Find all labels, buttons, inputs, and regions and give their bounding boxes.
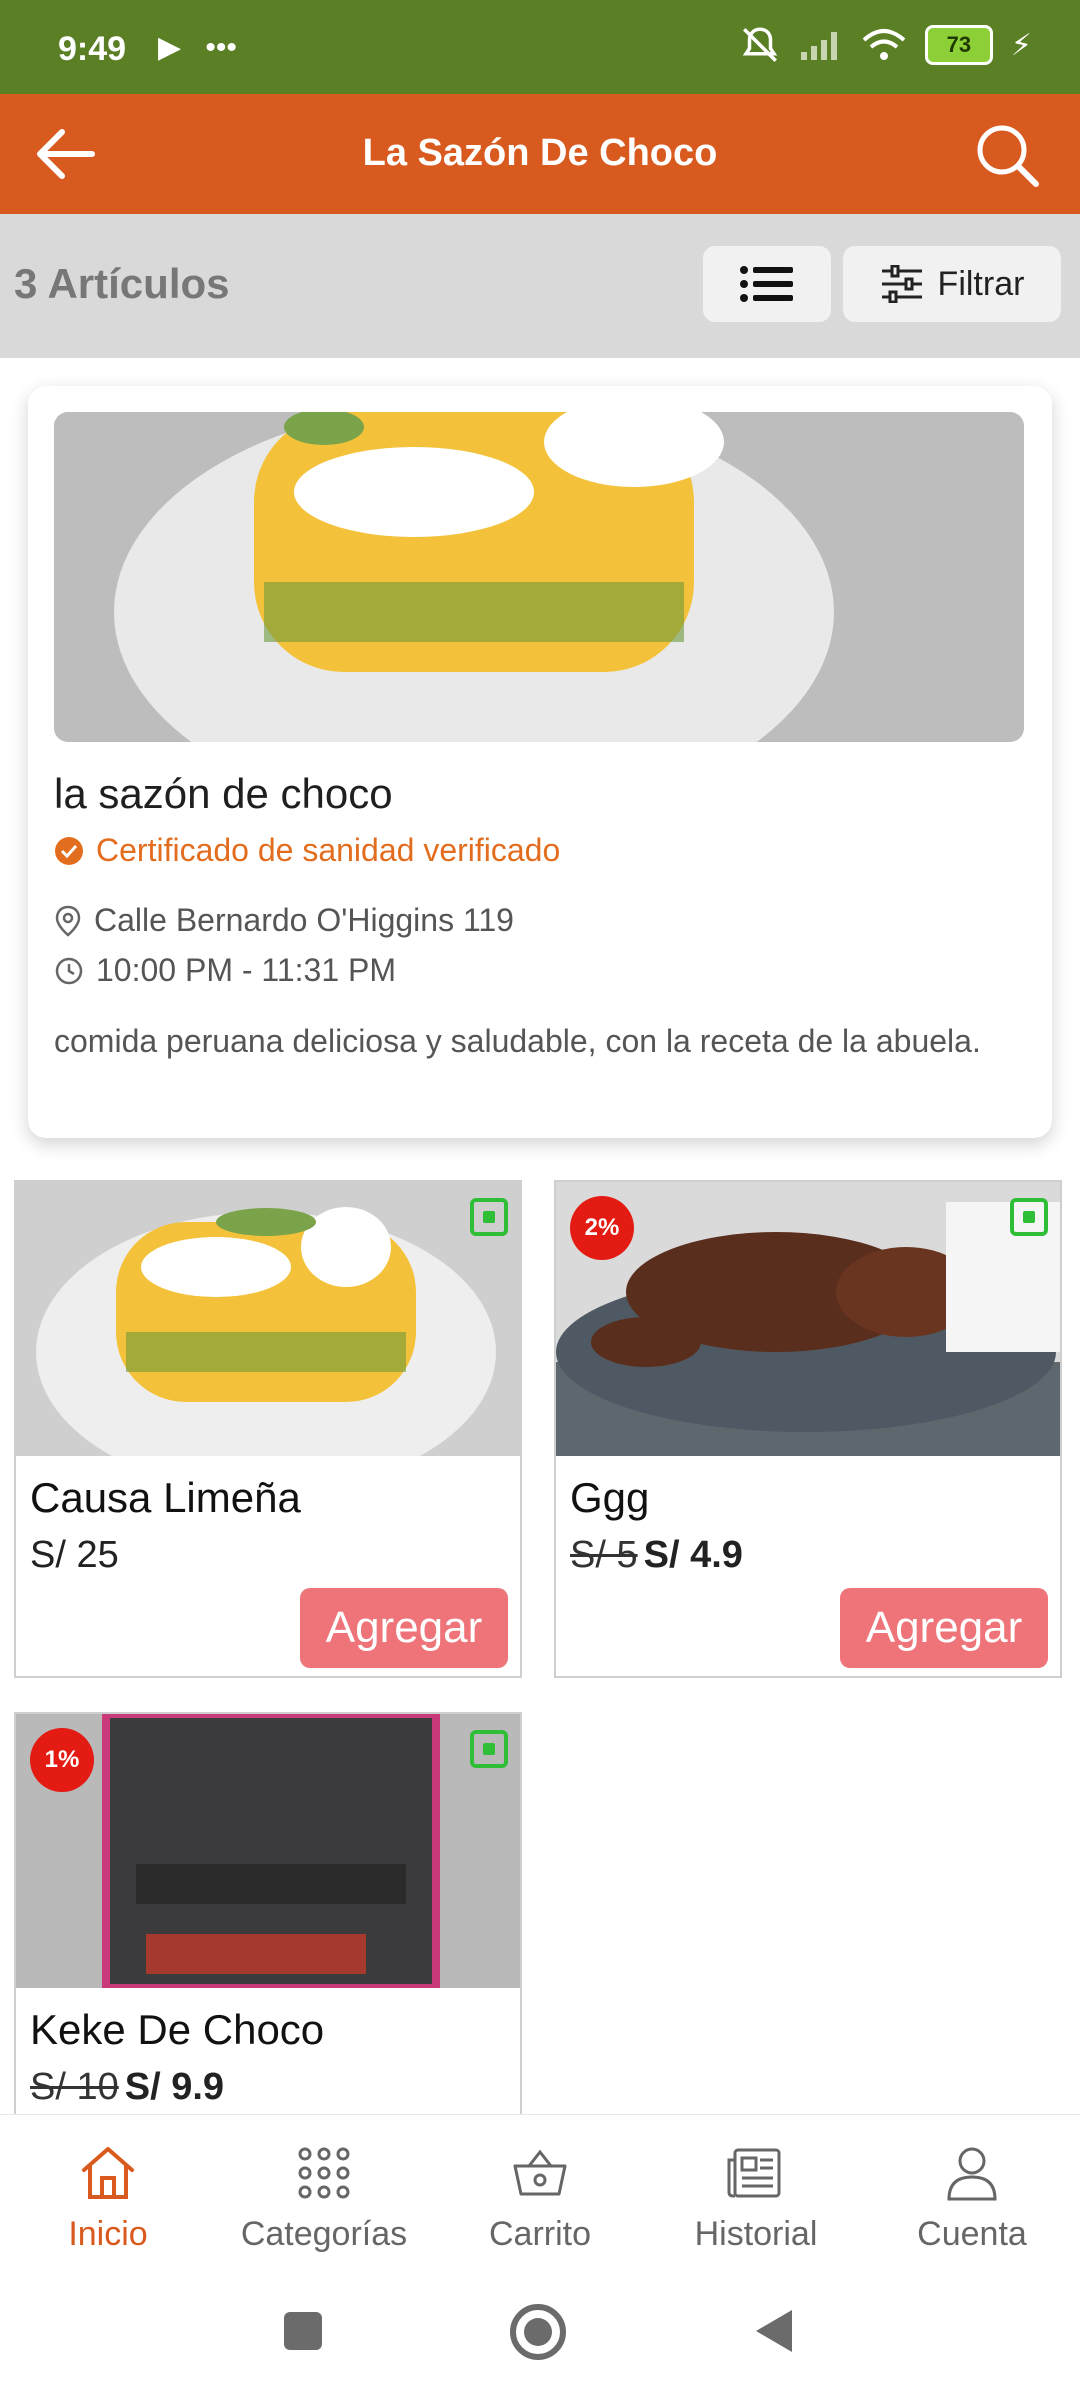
system-navigation-bar xyxy=(0,2264,1080,2400)
product-name: Causa Limeña xyxy=(30,1474,301,1521)
account-icon xyxy=(947,2147,997,2201)
product-name: Ggg xyxy=(570,1474,650,1521)
discount-badge: 1% xyxy=(30,1728,94,1792)
store-card: la sazón de choco Certificado de sanidad… xyxy=(28,386,1052,1138)
product-price: S/ 10 S/ 9.9 xyxy=(30,2066,224,2109)
back-triangle-icon[interactable] xyxy=(752,2306,794,2356)
product-old-price: S/ 10 xyxy=(30,2066,119,2108)
battery-indicator: 73 xyxy=(924,25,993,65)
wifi-icon xyxy=(862,29,906,60)
list-view-button[interactable] xyxy=(703,246,831,322)
app-bar: La Sazón De Choco xyxy=(0,94,1080,214)
location-pin-icon xyxy=(55,905,81,937)
basket-icon xyxy=(513,2149,567,2196)
store-hours: 10:00 PM - 11:31 PM xyxy=(96,952,396,988)
add-to-cart-button[interactable]: Agregar xyxy=(840,1588,1048,1668)
product-new-price: S/ 9.9 xyxy=(124,2066,225,2108)
product-image xyxy=(16,1182,520,1456)
nav-item-carrito[interactable]: Carrito xyxy=(432,2115,648,2265)
clock-icon xyxy=(55,957,83,984)
search-icon[interactable] xyxy=(970,118,1044,192)
home-icon xyxy=(82,2147,134,2199)
status-left-icons: ▶ ••• xyxy=(158,30,237,65)
page-title: La Sazón De Choco xyxy=(362,132,718,174)
certificate-text: Certificado de sanidad verificado xyxy=(96,832,561,868)
nav-label: Historial xyxy=(694,2215,818,2253)
list-icon xyxy=(740,266,793,302)
filter-label: Filtrar xyxy=(937,264,1025,303)
nav-item-cuenta[interactable]: Cuenta xyxy=(864,2115,1080,2265)
verified-check-icon xyxy=(55,836,83,865)
store-name: la sazón de choco xyxy=(54,770,393,817)
store-description: comida peruana deliciosa y saludable, co… xyxy=(54,1023,981,1059)
nav-label: Categorías xyxy=(240,2215,408,2253)
product-card[interactable]: Causa Limeña S/ 25 Agregar xyxy=(14,1180,522,1678)
discount-badge: 2% xyxy=(570,1196,634,1260)
recents-square-icon[interactable] xyxy=(280,2308,326,2354)
certificate-row: Certificado de sanidad verificado xyxy=(54,832,560,869)
store-hero-image xyxy=(54,412,1024,742)
product-price: S/ 25 xyxy=(30,1534,119,1576)
home-circle-icon[interactable] xyxy=(508,2302,568,2362)
add-to-cart-button[interactable]: Agregar xyxy=(300,1588,508,1668)
product-old-price: S/ 5 xyxy=(570,1534,638,1576)
more-dots-icon: ••• xyxy=(205,31,237,64)
hours-row: 10:00 PM - 11:31 PM xyxy=(54,952,396,989)
sliders-icon xyxy=(881,265,922,303)
product-card[interactable]: 1% Keke De Choco S/ 10 S/ 9.9 xyxy=(14,1712,522,2116)
status-bar: 9:49 ▶ ••• 73 ⚡ xyxy=(0,0,1080,94)
nav-item-inicio[interactable]: Inicio xyxy=(0,2115,216,2265)
veg-indicator-icon xyxy=(470,1730,508,1768)
play-icon: ▶ xyxy=(158,31,182,64)
charging-icon: ⚡ xyxy=(1010,28,1032,62)
article-count: 3 Artículos xyxy=(14,260,230,307)
bottom-navigation: Inicio Categorías Carrito Historial Cuen… xyxy=(0,2114,1080,2265)
veg-indicator-icon xyxy=(470,1198,508,1236)
product-new-price: S/ 4.9 xyxy=(643,1534,743,1576)
nav-item-historial[interactable]: Historial xyxy=(648,2115,864,2265)
nav-label: Cuenta xyxy=(917,2215,1027,2253)
status-time: 9:49 xyxy=(58,30,127,68)
veg-indicator-icon xyxy=(1010,1198,1048,1236)
nav-label: Carrito xyxy=(488,2215,592,2253)
results-toolbar: 3 Artículos Filtrar xyxy=(0,214,1080,358)
mute-icon xyxy=(742,27,778,62)
store-address: Calle Bernardo O'Higgins 119 xyxy=(94,902,514,938)
product-name: Keke De Choco xyxy=(30,2006,325,2053)
grid-icon xyxy=(298,2147,350,2199)
product-price: S/ 5 S/ 4.9 xyxy=(570,1534,743,1577)
product-card[interactable]: 2% Ggg S/ 5 S/ 4.9 Agregar xyxy=(554,1180,1062,1678)
nav-item-categorias[interactable]: Categorías xyxy=(216,2115,432,2265)
address-row: Calle Bernardo O'Higgins 119 xyxy=(54,902,514,939)
history-icon xyxy=(727,2148,781,2198)
status-right-icons: 73 ⚡ xyxy=(739,24,1032,66)
nav-label: Inicio xyxy=(68,2215,148,2253)
signal-icon xyxy=(800,32,837,60)
filter-button[interactable]: Filtrar xyxy=(843,246,1061,322)
